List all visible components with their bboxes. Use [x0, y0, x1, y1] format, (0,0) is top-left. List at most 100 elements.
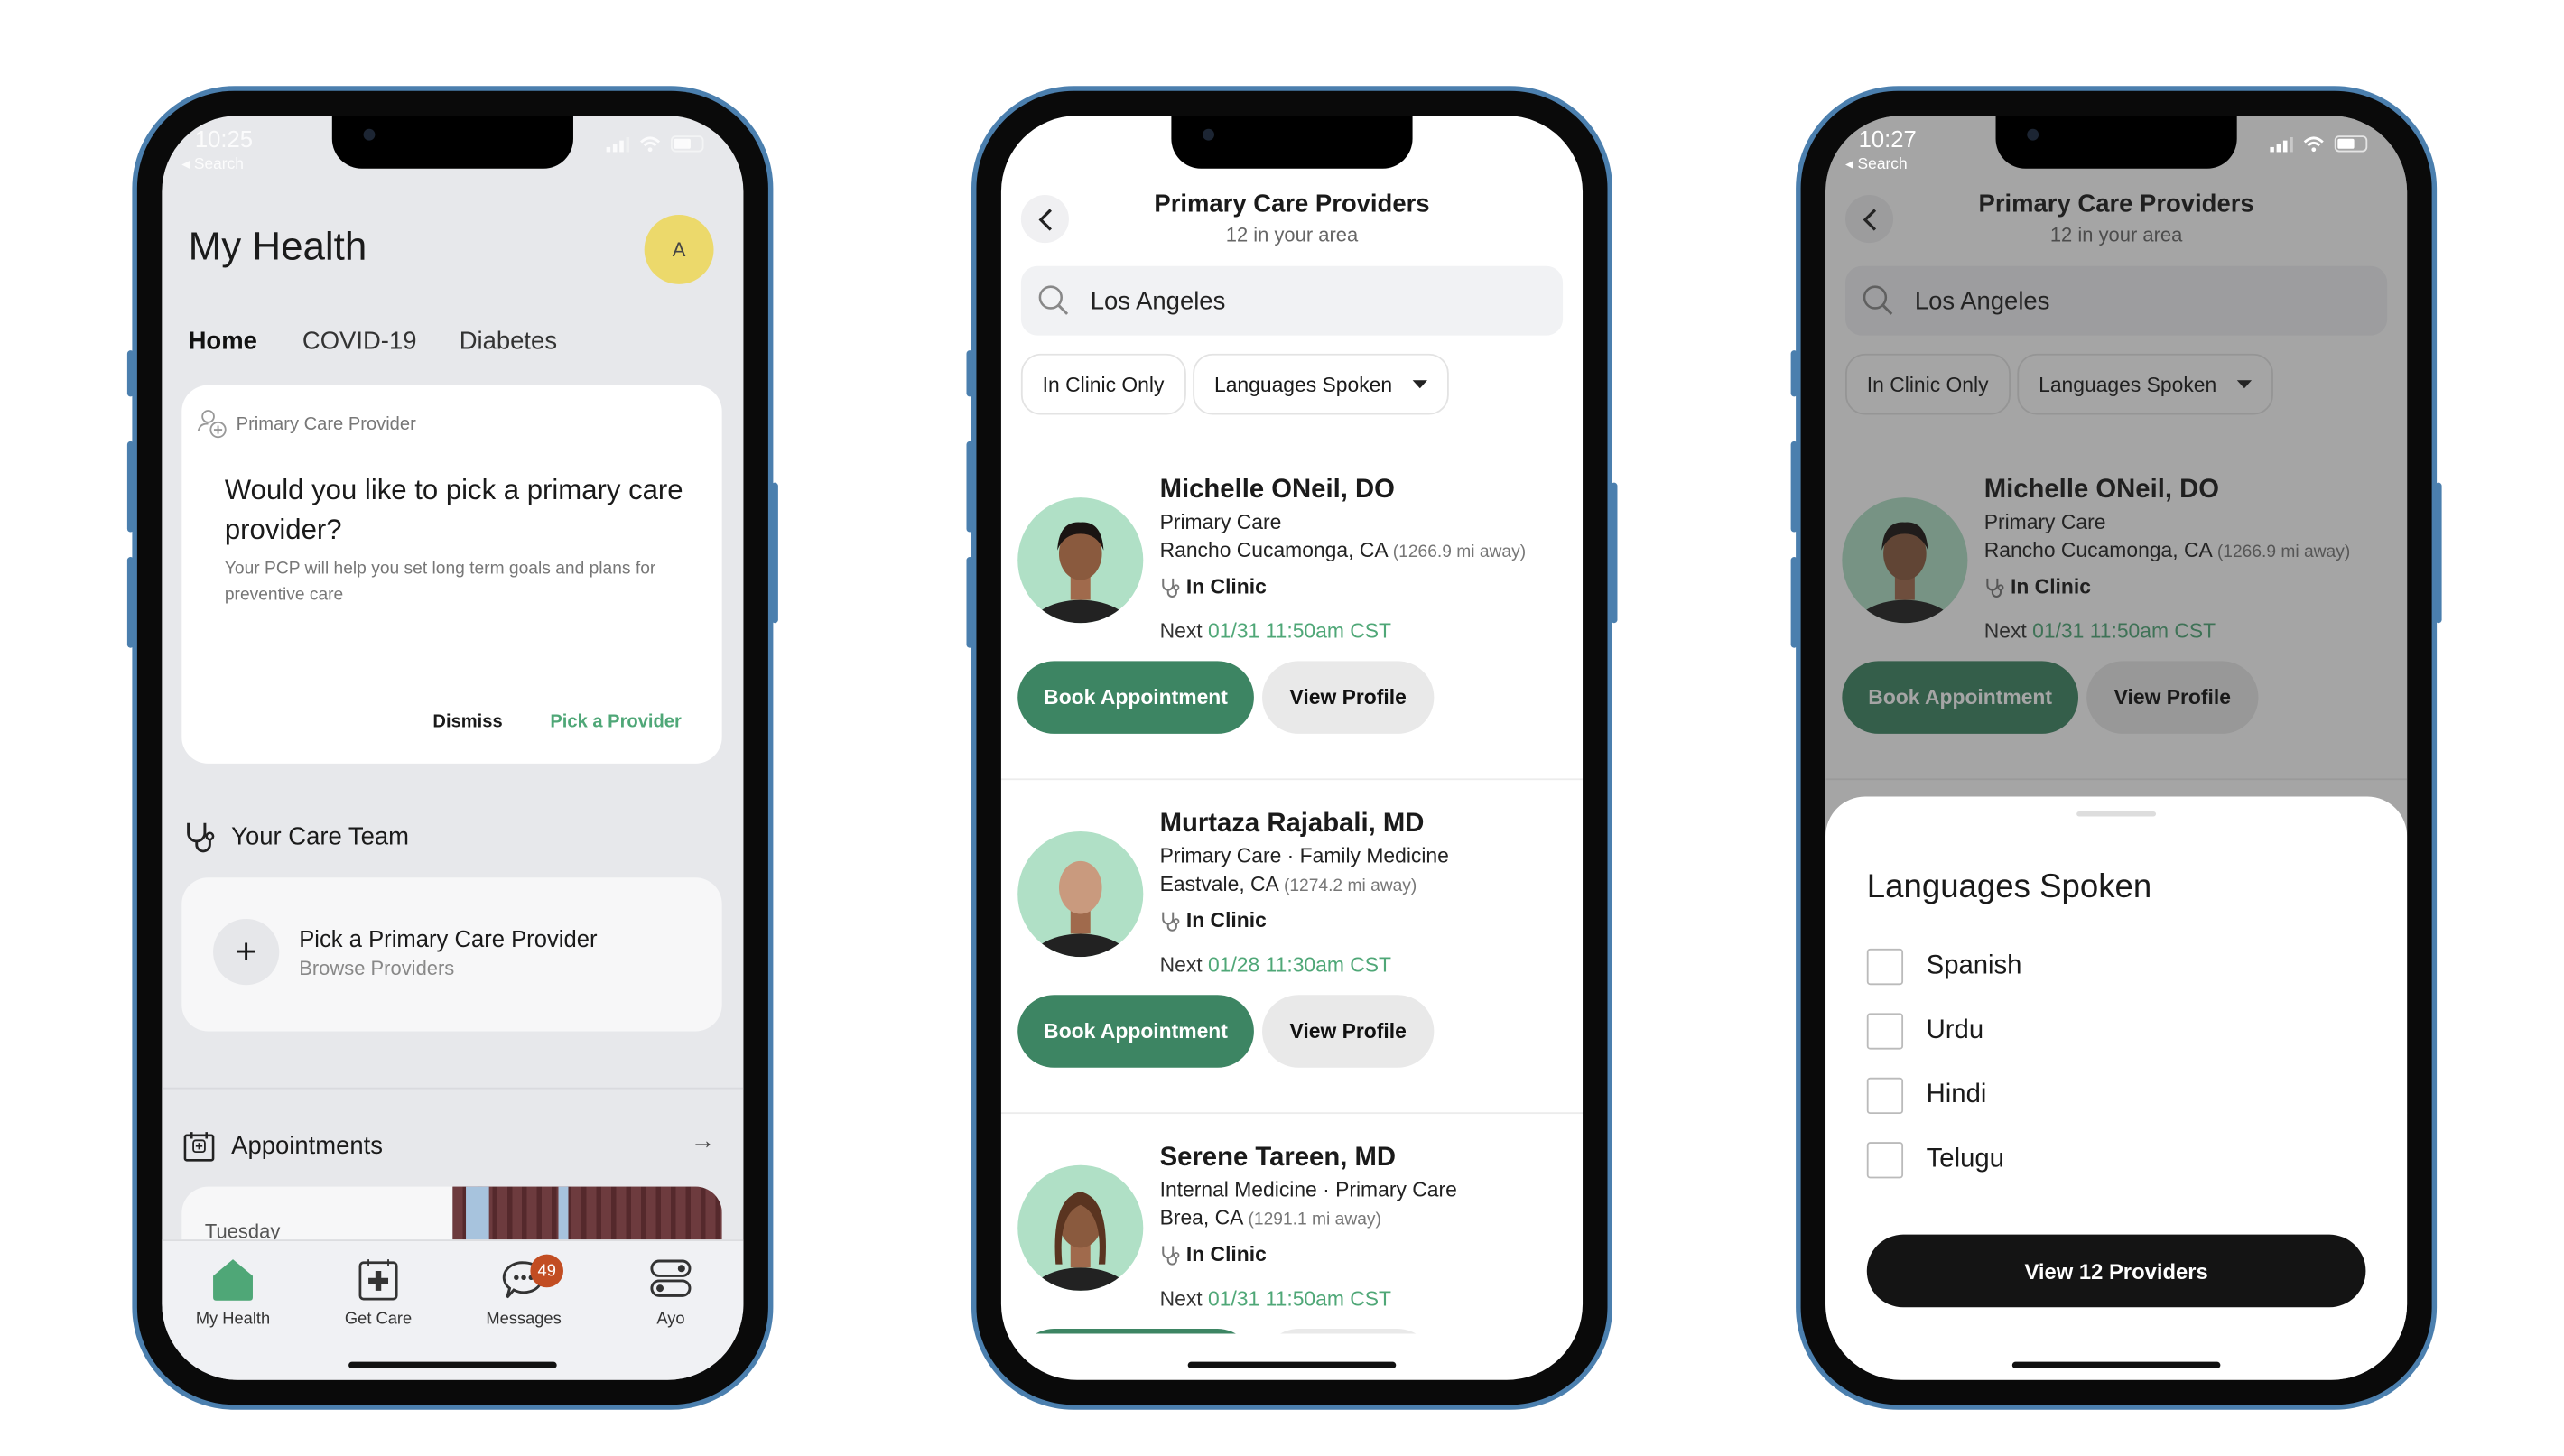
card-question: Would you like to pick a primary care pr… — [224, 474, 683, 546]
provider-specialty: Primary Care · Family Medicine — [1159, 844, 1449, 868]
provider-avatar[interactable] — [1017, 830, 1144, 958]
avatar[interactable]: A — [644, 215, 714, 284]
dismiss-button[interactable]: Dismiss — [432, 712, 502, 732]
tabbar-label: Get Care — [344, 1310, 413, 1330]
wifi-icon — [640, 136, 661, 153]
arrow-right-icon[interactable]: → — [691, 1127, 715, 1155]
add-person-icon — [197, 410, 227, 439]
language-option[interactable]: Telugu — [1866, 1142, 2004, 1179]
provider-distance: (1274.2 mi away) — [1283, 876, 1417, 896]
provider-card: Murtaza Rajabali, MD Primary Care · Famil… — [1000, 780, 1584, 1115]
provider-card: Serene Tareen, MD Internal Medicine · Pri… — [1001, 1114, 1583, 1334]
home-indicator — [2011, 1361, 2221, 1368]
checkbox[interactable] — [1866, 1142, 1904, 1179]
tabbar-ayo[interactable]: Ayo — [605, 1257, 737, 1329]
book-appointment-button[interactable]: Book Appointment — [1017, 995, 1254, 1068]
caret-down-icon — [1412, 380, 1427, 389]
visit-mode: In Clinic — [1160, 1243, 1267, 1266]
location-search-input[interactable]: Los Angeles — [1020, 265, 1564, 336]
next-slot[interactable]: 01/31 11:50am CST — [1208, 620, 1391, 644]
card-description: Your PCP will help you set long term goa… — [224, 558, 656, 606]
tabbar-get-care[interactable]: Get Care — [312, 1257, 444, 1329]
language-label: Spanish — [1926, 951, 2022, 980]
language-option[interactable]: Urdu — [1866, 1013, 1984, 1050]
next-availability: Next 01/31 11:50am CST — [1160, 1287, 1391, 1311]
view-profile-button[interactable]: View Profile — [1262, 1329, 1435, 1334]
checkbox[interactable] — [1866, 1077, 1904, 1115]
tabbar-label: Ayo — [656, 1310, 685, 1330]
notch — [1995, 116, 2237, 169]
status-back-link[interactable]: ◂ Search — [1845, 155, 1908, 173]
checkbox[interactable] — [1866, 1013, 1904, 1050]
appointments-heading: Appointments — [231, 1132, 384, 1161]
screen: 10:25 ◂ Search My Health A Home COVID-19… — [162, 116, 744, 1380]
search-value: Los Angeles — [1090, 286, 1226, 315]
next-label: Next — [1159, 619, 1203, 644]
home-indicator — [348, 1361, 557, 1368]
tab-home[interactable]: Home — [189, 328, 257, 356]
provider-card: Michelle ONeil, DO Primary Care Rancho Cuc… — [1000, 446, 1584, 781]
book-appointment-button[interactable]: Book Appointment — [1017, 661, 1254, 734]
language-option[interactable]: Hindi — [1866, 1077, 1986, 1115]
next-label: Next — [1159, 1287, 1203, 1311]
screen: Primary Care Providers 12 in your area Los… — [1825, 116, 2408, 1380]
visit-mode: In Clinic — [1160, 575, 1267, 598]
divider — [162, 1087, 744, 1090]
stethoscope-icon — [1162, 1245, 1180, 1265]
pick-provider-button[interactable]: Pick a Provider — [550, 712, 681, 732]
provider-city: Eastvale, CA — [1159, 872, 1278, 896]
provider-list[interactable]: Michelle ONeil, DO Primary Care Rancho Cuc… — [1000, 446, 1584, 1334]
next-slot[interactable]: 01/31 11:50am CST — [1208, 1287, 1391, 1311]
visit-mode-label: In Clinic — [1185, 1242, 1267, 1266]
view-profile-button[interactable]: View Profile — [1262, 661, 1435, 734]
provider-photo — [1027, 860, 1133, 958]
view-providers-button[interactable]: View 12 Providers — [1866, 1234, 2366, 1308]
provider-distance: (1266.9 mi away) — [1392, 542, 1527, 562]
side-button — [126, 441, 135, 533]
in-clinic-only-filter[interactable]: In Clinic Only — [1020, 353, 1186, 415]
languages-spoken-filter[interactable]: Languages Spoken — [1193, 353, 1449, 415]
card-label: Primary Care Provider — [236, 414, 416, 435]
browse-providers-link[interactable]: Browse Providers — [299, 957, 454, 980]
provider-location: Rancho Cucamonga, CA (1266.9 mi away) — [1160, 539, 1527, 562]
phone-provider-list: Primary Care Providers 12 in your area Los… — [966, 86, 1618, 1410]
pick-pcp-item[interactable]: + Pick a Primary Care Provider Browse Pr… — [181, 877, 722, 1032]
filter-label: In Clinic Only — [1042, 372, 1165, 396]
wifi-icon — [2303, 136, 2324, 153]
provider-avatar[interactable] — [1017, 1164, 1144, 1291]
visit-mode-label: In Clinic — [1185, 908, 1267, 932]
page-subtitle: 12 in your area — [1225, 223, 1359, 246]
battery-icon — [670, 135, 704, 153]
status-back-link[interactable]: ◂ Search — [181, 155, 244, 173]
provider-city: Rancho Cucamonga, CA — [1159, 538, 1388, 562]
filter-label: Languages Spoken — [1213, 372, 1393, 396]
tabbar-messages[interactable]: Messages 49 — [458, 1254, 590, 1330]
provider-specialty: Internal Medicine · Primary Care — [1159, 1178, 1457, 1202]
language-label: Urdu — [1926, 1016, 1984, 1045]
bottom-tab-bar: My Health Get Care Messages 49 Ayo — [162, 1239, 744, 1380]
provider-name[interactable]: Michelle ONeil, DO — [1160, 476, 1395, 505]
stethoscope-icon — [1162, 911, 1180, 931]
provider-name[interactable]: Serene Tareen, MD — [1160, 1144, 1396, 1173]
tabbar-my-health[interactable]: My Health — [167, 1257, 299, 1329]
next-availability: Next 01/28 11:30am CST — [1160, 953, 1391, 977]
sheet-drag-handle[interactable] — [2076, 811, 2157, 817]
phone-my-health: 10:25 ◂ Search My Health A Home COVID-19… — [126, 86, 778, 1410]
book-appointment-button[interactable]: Book Appointment — [1017, 1329, 1254, 1334]
tab-diabetes[interactable]: Diabetes — [460, 328, 557, 356]
messages-badge: 49 — [530, 1254, 563, 1288]
language-option[interactable]: Spanish — [1866, 948, 2022, 986]
provider-avatar[interactable] — [1017, 497, 1144, 624]
tab-covid-19[interactable]: COVID-19 — [302, 328, 417, 356]
stethoscope-icon — [187, 822, 215, 853]
sheet-title: Languages Spoken — [1866, 869, 2152, 906]
provider-location: Eastvale, CA (1274.2 mi away) — [1160, 873, 1417, 896]
provider-name[interactable]: Murtaza Rajabali, MD — [1160, 810, 1425, 839]
tabbar-label: Messages — [486, 1310, 562, 1330]
pcp-prompt-card: Primary Care Provider Would you like to … — [181, 385, 722, 764]
next-slot[interactable]: 01/28 11:30am CST — [1208, 953, 1391, 977]
view-profile-button[interactable]: View Profile — [1262, 995, 1435, 1068]
provider-location: Brea, CA (1291.1 mi away) — [1160, 1207, 1381, 1230]
care-team-heading: Your Care Team — [231, 822, 410, 851]
checkbox[interactable] — [1866, 948, 1904, 986]
